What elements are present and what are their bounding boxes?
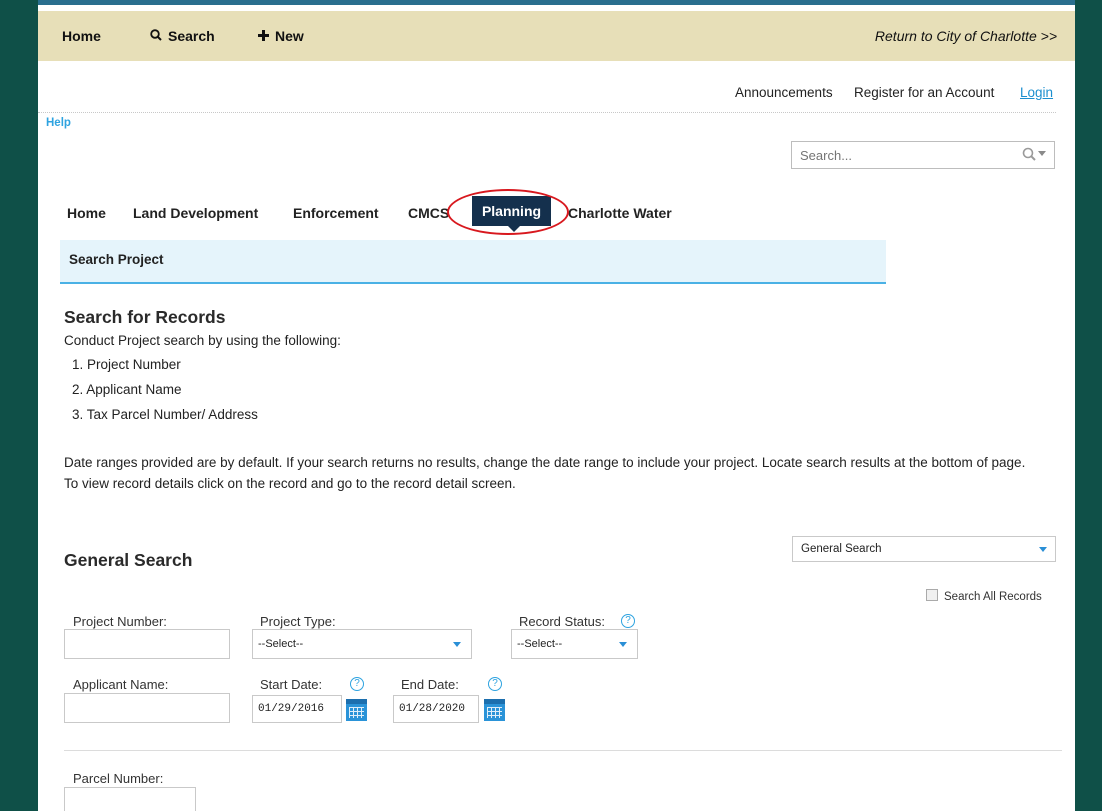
project-type-label: Project Type: xyxy=(260,614,336,629)
tab-land-development[interactable]: Land Development xyxy=(133,205,258,221)
list-item: 1. Project Number xyxy=(72,357,181,372)
intro-lead-text: Conduct Project search by using the foll… xyxy=(64,333,341,348)
search-type-dropdown[interactable]: General Search xyxy=(792,536,1056,562)
note-text: Date ranges provided are by default. If … xyxy=(64,455,1026,470)
start-date-help-icon[interactable]: ? xyxy=(350,677,364,691)
list-item: 3. Tax Parcel Number/ Address xyxy=(72,407,258,422)
record-status-value: --Select-- xyxy=(517,638,563,650)
intro-list: 1. Project Number 2. Applicant Name 3. T… xyxy=(72,357,258,432)
applicant-name-input[interactable] xyxy=(64,693,230,723)
checkbox-box[interactable] xyxy=(926,589,938,601)
active-tab-pointer xyxy=(508,226,520,232)
nav-new-link[interactable]: New xyxy=(258,28,304,44)
search-options-button[interactable] xyxy=(1016,146,1050,164)
app-window: Home Search New Return to City of Charlo… xyxy=(38,0,1075,811)
project-number-input[interactable] xyxy=(64,629,230,659)
register-link[interactable]: Register for an Account xyxy=(854,85,994,100)
tab-enforcement[interactable]: Enforcement xyxy=(293,205,379,221)
return-to-city-link[interactable]: Return to City of Charlotte >> xyxy=(875,28,1057,44)
tab-planning[interactable]: Planning xyxy=(472,196,551,226)
chevron-down-icon xyxy=(619,642,627,647)
parcel-number-input[interactable] xyxy=(64,787,196,811)
project-number-label: Project Number: xyxy=(73,614,167,629)
nav-home-link[interactable]: Home xyxy=(62,28,101,44)
form-divider xyxy=(64,750,1062,751)
list-item: 2. Applicant Name xyxy=(72,382,182,397)
search-all-label: Search All Records xyxy=(944,591,1042,603)
section-header: Search Project xyxy=(60,240,886,284)
general-search-heading: General Search xyxy=(64,550,193,570)
divider xyxy=(38,112,1056,113)
plus-icon xyxy=(258,28,269,44)
record-status-label: Record Status: xyxy=(519,614,605,629)
global-search-box xyxy=(791,141,1055,169)
end-date-label: End Date: xyxy=(401,677,459,692)
date-range-note: Date ranges provided are by default. If … xyxy=(64,452,1054,494)
start-date-calendar-icon[interactable] xyxy=(346,699,367,721)
search-all-records-checkbox[interactable]: Search All Records xyxy=(926,589,1042,603)
page-title: Search for Records xyxy=(64,307,226,327)
nav-new-label: New xyxy=(275,28,304,44)
start-date-label: Start Date: xyxy=(260,677,323,692)
login-link[interactable]: Login xyxy=(1020,85,1053,100)
end-date-calendar-icon[interactable] xyxy=(484,699,505,721)
project-type-select[interactable]: --Select-- xyxy=(252,629,472,659)
search-icon xyxy=(150,28,162,44)
tab-cmcs[interactable]: CMCS xyxy=(408,205,449,221)
global-search-input[interactable] xyxy=(792,142,1018,168)
chevron-down-icon xyxy=(1039,547,1047,552)
project-type-value: --Select-- xyxy=(258,638,304,650)
help-link[interactable]: Help xyxy=(46,117,71,129)
tab-charlotte-water[interactable]: Charlotte Water xyxy=(568,205,672,221)
nav-search-link[interactable]: Search xyxy=(150,28,215,44)
chevron-down-icon xyxy=(453,642,461,647)
record-status-help-icon[interactable]: ? xyxy=(621,614,635,628)
note-text: To view record details click on the reco… xyxy=(64,476,516,491)
start-date-input[interactable]: 01/29/2016 xyxy=(252,695,342,723)
announcements-link[interactable]: Announcements xyxy=(735,85,833,100)
record-status-select[interactable]: --Select-- xyxy=(511,629,638,659)
nav-search-label: Search xyxy=(168,28,215,44)
parcel-number-label: Parcel Number: xyxy=(73,771,164,786)
search-type-value: General Search xyxy=(801,543,882,555)
end-date-input[interactable]: 01/28/2020 xyxy=(393,695,479,723)
top-navigation-bar: Home Search New Return to City of Charlo… xyxy=(38,11,1075,61)
tab-home[interactable]: Home xyxy=(67,205,106,221)
applicant-name-label: Applicant Name: xyxy=(73,677,169,692)
end-date-help-icon[interactable]: ? xyxy=(488,677,502,691)
